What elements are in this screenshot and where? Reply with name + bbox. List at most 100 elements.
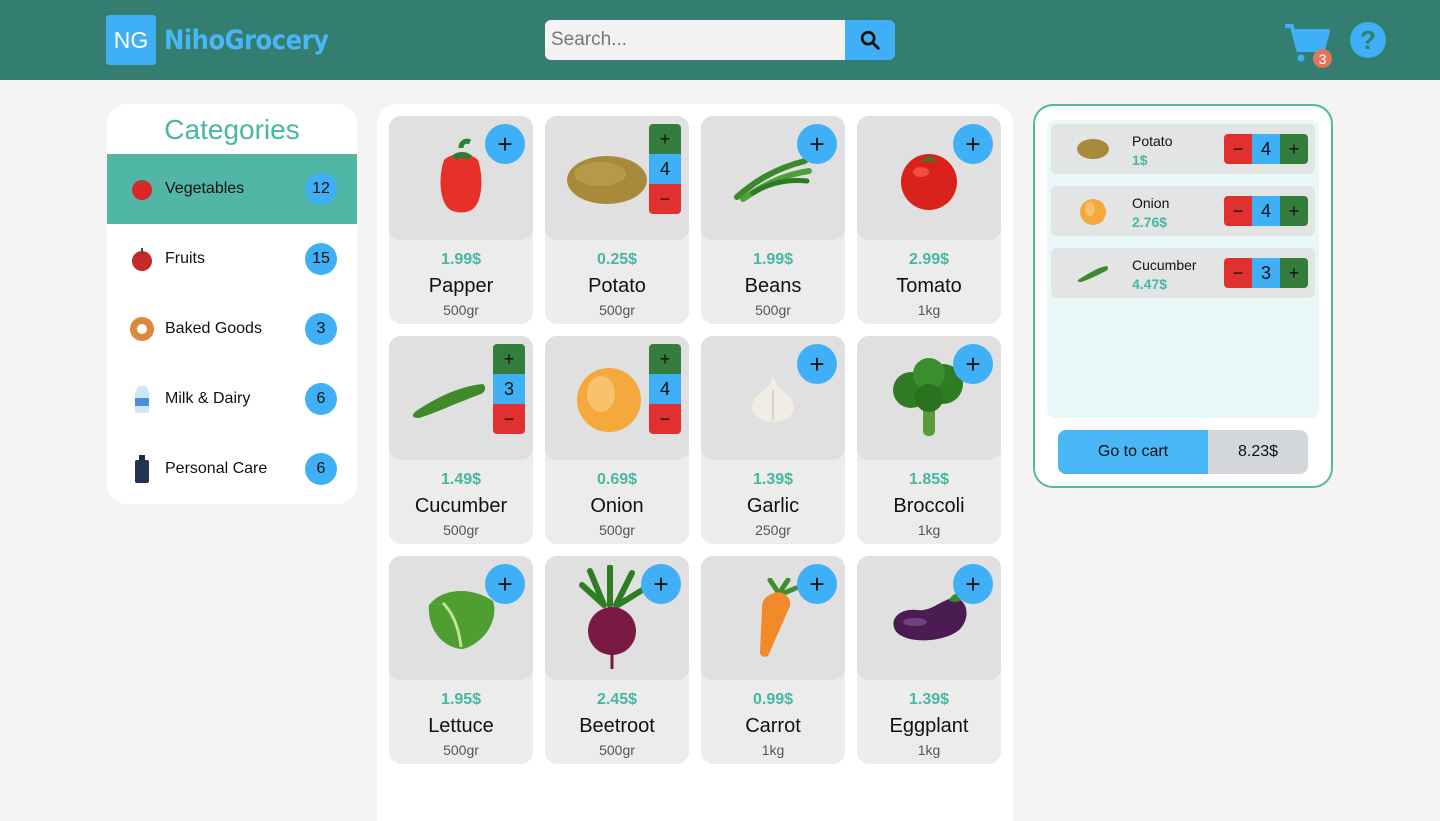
- product-weight: 1kg: [761, 742, 785, 758]
- product-card[interactable]: + 1.39$ Garlic 250gr: [701, 336, 845, 544]
- add-to-cart-button[interactable]: +: [641, 564, 681, 604]
- help-button[interactable]: ?: [1350, 22, 1386, 58]
- category-label: Vegetables: [165, 180, 245, 197]
- category-fruits[interactable]: Fruits 15: [107, 224, 357, 294]
- product-card[interactable]: + 1.95$ Lettuce 500gr: [389, 556, 533, 764]
- category-baked-goods[interactable]: Baked Goods 3: [107, 294, 357, 364]
- product-card[interactable]: + 1.99$ Papper 500gr: [389, 116, 533, 324]
- beans-icon: [734, 158, 812, 202]
- product-weight: 1kg: [917, 302, 941, 318]
- product-weight: 500gr: [599, 302, 635, 318]
- product-card[interactable]: + 2.45$ Beetroot 500gr: [545, 556, 689, 764]
- category-milk-dairy[interactable]: Milk & Dairy 6: [107, 364, 357, 434]
- product-price: 1.85$: [908, 471, 950, 488]
- product-card[interactable]: + 4 − 0.69$ Onion 500gr: [545, 336, 689, 544]
- product-name: Beans: [744, 275, 802, 297]
- search-input[interactable]: [545, 20, 845, 60]
- product-name: Papper: [428, 275, 494, 297]
- potato-icon: [567, 156, 647, 204]
- tomato-icon: [901, 154, 957, 210]
- product-card[interactable]: + 1.85$ Broccoli 1kg: [857, 336, 1001, 544]
- product-weight: 500gr: [443, 742, 479, 758]
- bottle-icon: [127, 454, 157, 484]
- product-price: 2.45$: [596, 691, 638, 708]
- cucumber-icon: [1073, 258, 1113, 288]
- add-to-cart-button[interactable]: +: [797, 564, 837, 604]
- product-name: Cucumber: [414, 495, 508, 517]
- product-price: 1.39$: [908, 691, 950, 708]
- product-price: 1.99$: [752, 251, 794, 268]
- search-button[interactable]: [845, 20, 895, 60]
- product-card[interactable]: + 0.99$ Carrot 1kg: [701, 556, 845, 764]
- add-to-cart-button[interactable]: +: [485, 564, 525, 604]
- cart-quantity-stepper: − 4 +: [1224, 196, 1308, 226]
- decrease-button[interactable]: −: [1224, 134, 1252, 164]
- product-weight: 250gr: [755, 522, 791, 538]
- decrease-button[interactable]: −: [1224, 258, 1252, 288]
- cart-item-price: 4.47$: [1132, 276, 1168, 292]
- increase-button[interactable]: +: [1280, 258, 1308, 288]
- quantity-value: 4: [1252, 134, 1280, 164]
- increase-button[interactable]: +: [493, 344, 525, 374]
- product-weight: 500gr: [755, 302, 791, 318]
- product-price: 1.95$: [440, 691, 482, 708]
- categories-title: Categories: [164, 114, 300, 145]
- add-to-cart-button[interactable]: +: [797, 124, 837, 164]
- cart-item-name: Cucumber: [1132, 257, 1197, 273]
- category-personal-care[interactable]: Personal Care 6: [107, 434, 357, 504]
- increase-button[interactable]: +: [649, 124, 681, 154]
- category-vegetables[interactable]: Vegetables 12: [107, 154, 357, 224]
- increase-button[interactable]: +: [1280, 196, 1308, 226]
- add-to-cart-button[interactable]: +: [953, 344, 993, 384]
- product-weight: 1kg: [917, 742, 941, 758]
- product-weight: 500gr: [599, 742, 635, 758]
- product-price: 1.99$: [440, 251, 482, 268]
- product-name: Carrot: [745, 715, 801, 737]
- cucumber-icon: [412, 384, 486, 418]
- product-name: Tomato: [896, 275, 962, 297]
- go-to-cart-button[interactable]: Go to cart: [1058, 430, 1208, 474]
- add-to-cart-button[interactable]: +: [953, 564, 993, 604]
- quantity-value: 4: [649, 374, 681, 404]
- logo[interactable]: NG NihoGrocery: [106, 15, 329, 65]
- cart-quantity-stepper: − 4 +: [1224, 134, 1308, 164]
- add-to-cart-button[interactable]: +: [953, 124, 993, 164]
- decrease-button[interactable]: −: [649, 404, 681, 434]
- decrease-button[interactable]: −: [1224, 196, 1252, 226]
- category-label: Baked Goods: [165, 320, 262, 337]
- product-name: Beetroot: [579, 715, 655, 737]
- bagel-icon: [127, 314, 157, 344]
- decrease-button[interactable]: −: [493, 404, 525, 434]
- add-to-cart-button[interactable]: +: [797, 344, 837, 384]
- category-label: Personal Care: [165, 460, 268, 477]
- logo-badge: NG: [106, 15, 156, 65]
- increase-button[interactable]: +: [1280, 134, 1308, 164]
- increase-button[interactable]: +: [649, 344, 681, 374]
- product-weight: 500gr: [443, 302, 479, 318]
- product-card[interactable]: + 1.99$ Beans 500gr: [701, 116, 845, 324]
- quantity-stepper: + 3 −: [493, 344, 525, 434]
- cart-item-price: 1$: [1132, 152, 1148, 168]
- product-card[interactable]: + 2.99$ Tomato 1kg: [857, 116, 1001, 324]
- quantity-value: 4: [649, 154, 681, 184]
- milk-carton-icon: [127, 384, 157, 414]
- tomato-icon: [127, 174, 157, 204]
- product-card[interactable]: + 3 − 1.49$ Cucumber 500gr: [389, 336, 533, 544]
- potato-icon: [1073, 134, 1113, 164]
- cart-quantity-stepper: − 3 +: [1224, 258, 1308, 288]
- garlic-icon: [752, 374, 794, 422]
- product-card[interactable]: + 4 − 0.25$ Potato 500gr: [545, 116, 689, 324]
- add-to-cart-button[interactable]: +: [485, 124, 525, 164]
- cart-items-list[interactable]: Potato 1$ − 4 + Onion 2.76$ − 4 + Cucumb…: [1047, 120, 1319, 418]
- cart-count-badge: 3: [1313, 49, 1332, 68]
- category-count: 6: [305, 453, 337, 485]
- product-price: 0.25$: [596, 251, 638, 268]
- cart-item-potato: Potato 1$ − 4 +: [1051, 124, 1315, 174]
- search-bar: [545, 20, 895, 60]
- decrease-button[interactable]: −: [649, 184, 681, 214]
- cart-item-onion: Onion 2.76$ − 4 +: [1051, 186, 1315, 236]
- category-count: 12: [305, 173, 337, 205]
- product-name: Onion: [590, 495, 644, 517]
- product-card[interactable]: + 1.39$ Eggplant 1kg: [857, 556, 1001, 764]
- carrot-icon: [760, 578, 798, 657]
